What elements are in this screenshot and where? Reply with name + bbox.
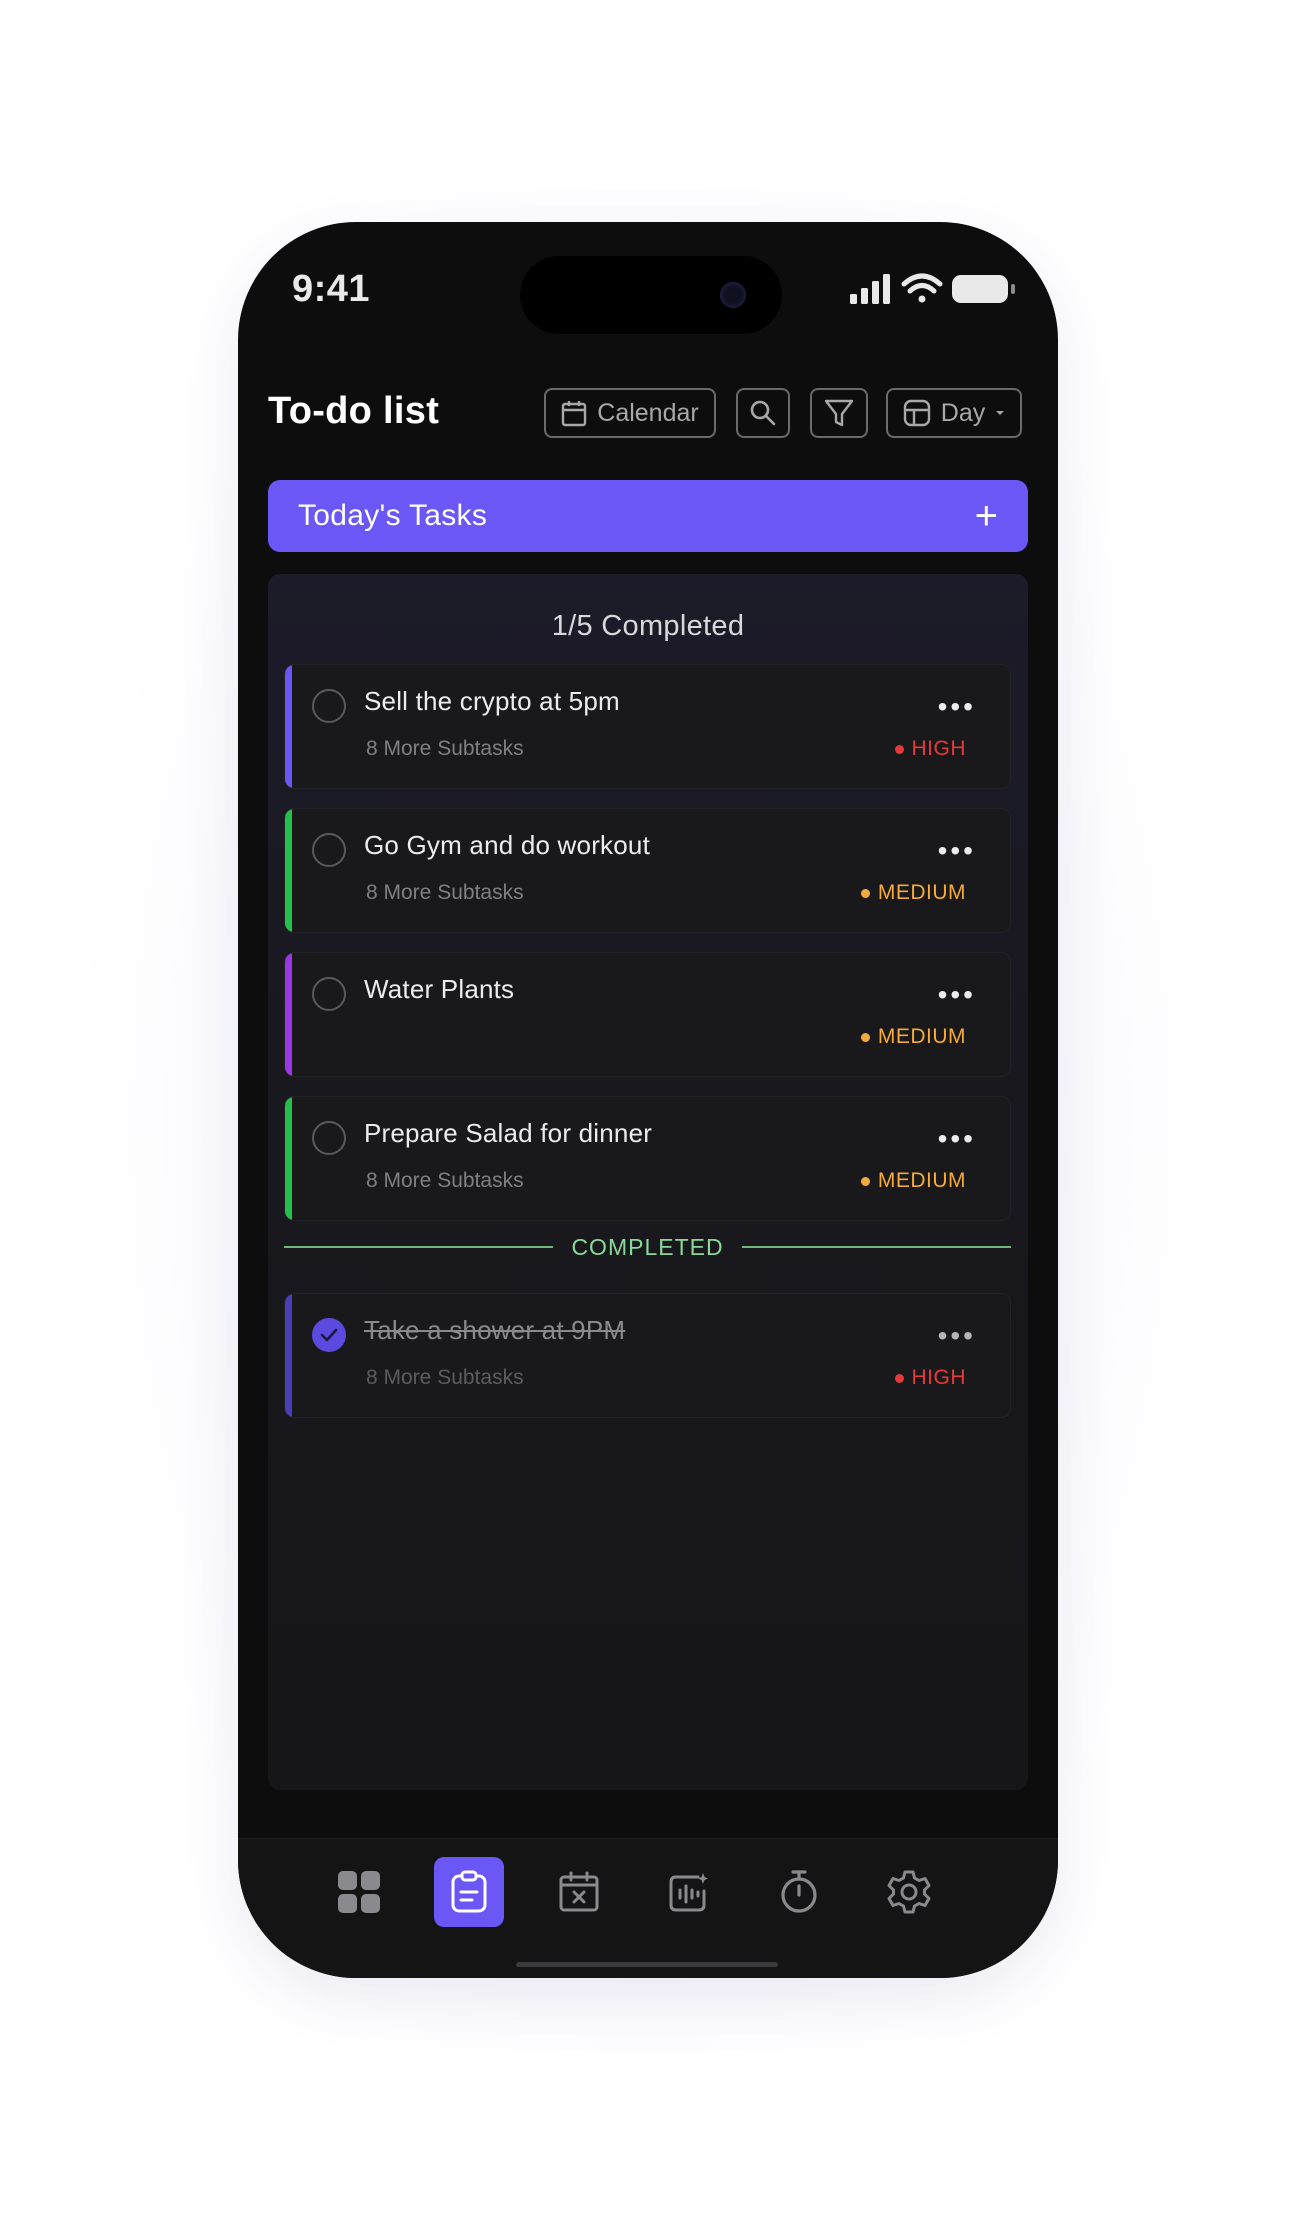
task-checkbox[interactable] (312, 833, 346, 867)
layout-icon (903, 399, 931, 427)
checkmark-icon (320, 1328, 338, 1342)
tab-todo[interactable] (434, 1857, 504, 1927)
priority-badge: MEDIUM (860, 881, 966, 905)
priority-badge: HIGH (894, 1366, 967, 1390)
tab-settings[interactable] (874, 1857, 944, 1927)
priority-badge: HIGH (894, 737, 967, 761)
calendar-button[interactable]: Calendar (544, 388, 716, 438)
page-title: To-do list (268, 390, 440, 432)
task-checkbox[interactable] (312, 1121, 346, 1155)
priority-label: MEDIUM (877, 881, 966, 904)
priority-label: HIGH (911, 737, 966, 760)
view-label: Day (940, 398, 986, 427)
priority-dot (860, 888, 870, 898)
settings-icon (887, 1870, 931, 1914)
task-subtasks: 8 More Subtasks (366, 1169, 524, 1192)
task-card[interactable]: Water Plants ••• MEDIUM (284, 952, 1011, 1077)
priority-dot (894, 744, 904, 754)
priority-dot (860, 1032, 870, 1042)
tab-dashboard[interactable] (324, 1857, 394, 1927)
task-color-strip (285, 953, 292, 1076)
completed-divider: COMPLETED (284, 1232, 1012, 1262)
task-title: Water Plants (364, 974, 515, 1004)
signal-icon (850, 274, 890, 304)
completion-progress: 1/5 Completed (551, 610, 745, 642)
priority-badge: MEDIUM (860, 1025, 966, 1049)
filter-button[interactable] (810, 388, 868, 438)
tab-voice-ai[interactable] (654, 1857, 724, 1927)
dynamic-island (520, 256, 782, 334)
clipboard-icon (451, 1870, 487, 1913)
search-icon (749, 399, 777, 427)
phone-frame: 9:41 To-do list Calendar Day Today's Tas… (238, 222, 1058, 1978)
grid-icon (338, 1871, 380, 1913)
view-selector[interactable]: Day (886, 388, 1022, 438)
home-indicator (516, 1962, 778, 1967)
divider-line (284, 1246, 554, 1248)
priority-dot (860, 1176, 870, 1186)
chevron-down-icon (995, 409, 1005, 417)
search-button[interactable] (736, 388, 790, 438)
task-color-strip (285, 1294, 292, 1417)
status-time: 9:41 (292, 268, 371, 310)
divider-line (741, 1246, 1012, 1248)
task-checkbox[interactable] (312, 689, 346, 723)
task-subtasks: 8 More Subtasks (366, 737, 524, 760)
status-icons (850, 272, 1020, 304)
more-options-icon[interactable]: ••• (938, 1322, 976, 1350)
filter-icon (823, 397, 855, 429)
add-task-icon[interactable]: + (975, 496, 998, 536)
tab-calendar[interactable] (544, 1857, 614, 1927)
task-title: Prepare Salad for dinner (364, 1118, 653, 1148)
calendar-label: Calendar (597, 398, 699, 427)
more-options-icon[interactable]: ••• (938, 981, 976, 1009)
task-color-strip (285, 1097, 292, 1220)
task-card[interactable]: Prepare Salad for dinner ••• 8 More Subt… (284, 1096, 1011, 1221)
completed-label: COMPLETED (571, 1233, 724, 1260)
bottom-tab-bar (238, 1838, 1058, 1978)
battery-icon (952, 275, 1015, 303)
task-checkbox[interactable] (312, 977, 346, 1011)
task-card[interactable]: Go Gym and do workout ••• 8 More Subtask… (284, 808, 1011, 933)
task-color-strip (285, 665, 292, 788)
task-title: Go Gym and do workout (364, 830, 650, 860)
task-checkbox-checked[interactable] (312, 1318, 346, 1352)
task-card[interactable]: Sell the crypto at 5pm ••• 8 More Subtas… (284, 664, 1011, 789)
task-subtasks: 8 More Subtasks (366, 1366, 524, 1389)
more-options-icon[interactable]: ••• (938, 1125, 976, 1153)
wifi-icon (901, 273, 943, 303)
task-title: Sell the crypto at 5pm (364, 686, 620, 716)
task-subtasks: 8 More Subtasks (366, 881, 524, 904)
priority-label: MEDIUM (877, 1025, 966, 1048)
priority-label: MEDIUM (877, 1169, 966, 1192)
tab-timer[interactable] (764, 1857, 834, 1927)
calendar-icon (561, 399, 587, 427)
todays-tasks-bar[interactable]: Today's Tasks + (268, 480, 1028, 552)
calendar-x-icon (559, 1871, 599, 1912)
task-title: Take a shower at 9PM (364, 1315, 626, 1345)
task-panel: 1/5 Completed Sell the crypto at 5pm •••… (268, 574, 1028, 1790)
voice-ai-icon (669, 1873, 708, 1912)
more-options-icon[interactable]: ••• (938, 837, 976, 865)
more-options-icon[interactable]: ••• (938, 693, 976, 721)
task-color-strip (285, 809, 292, 932)
camera-icon (720, 282, 746, 308)
priority-label: HIGH (911, 1366, 966, 1389)
priority-dot (894, 1373, 904, 1383)
completed-task-card[interactable]: Take a shower at 9PM ••• 8 More Subtasks… (284, 1293, 1011, 1418)
stopwatch-icon (781, 1870, 817, 1913)
priority-badge: MEDIUM (860, 1169, 966, 1193)
todays-tasks-title: Today's Tasks (298, 499, 488, 532)
